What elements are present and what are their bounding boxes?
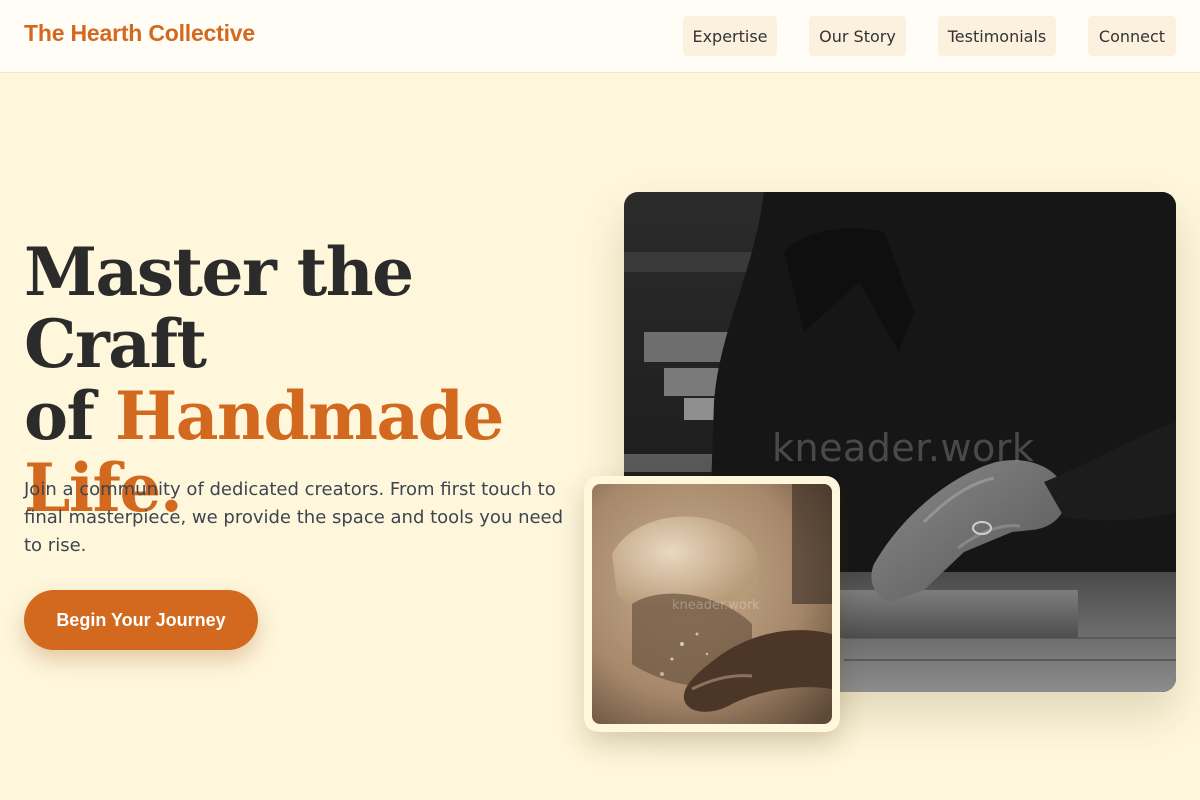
- hero-title-accent-handmade: Handmade: [114, 377, 505, 455]
- hero-title-line2-plain: of: [24, 377, 115, 455]
- flour-hands-photo: kneader.work: [592, 484, 832, 724]
- nav-expertise[interactable]: Expertise: [683, 16, 777, 56]
- nav-testimonials[interactable]: Testimonials: [938, 16, 1056, 56]
- hero-description: Join a community of dedicated creators. …: [24, 479, 564, 556]
- site-header: The Hearth Collective Expertise Our Stor…: [0, 0, 1200, 73]
- secondary-photo-watermark: kneader.work: [672, 598, 760, 613]
- nav-our-story[interactable]: Our Story: [809, 16, 906, 56]
- secondary-photo-frame: kneader.work: [584, 476, 840, 732]
- nav-connect[interactable]: Connect: [1088, 16, 1176, 56]
- begin-journey-button[interactable]: Begin Your Journey: [24, 590, 258, 650]
- main-photo-watermark: kneader.work: [772, 426, 1035, 470]
- brand-logo[interactable]: The Hearth Collective: [24, 20, 255, 47]
- hero-title-line1: Master the Craft: [24, 233, 414, 383]
